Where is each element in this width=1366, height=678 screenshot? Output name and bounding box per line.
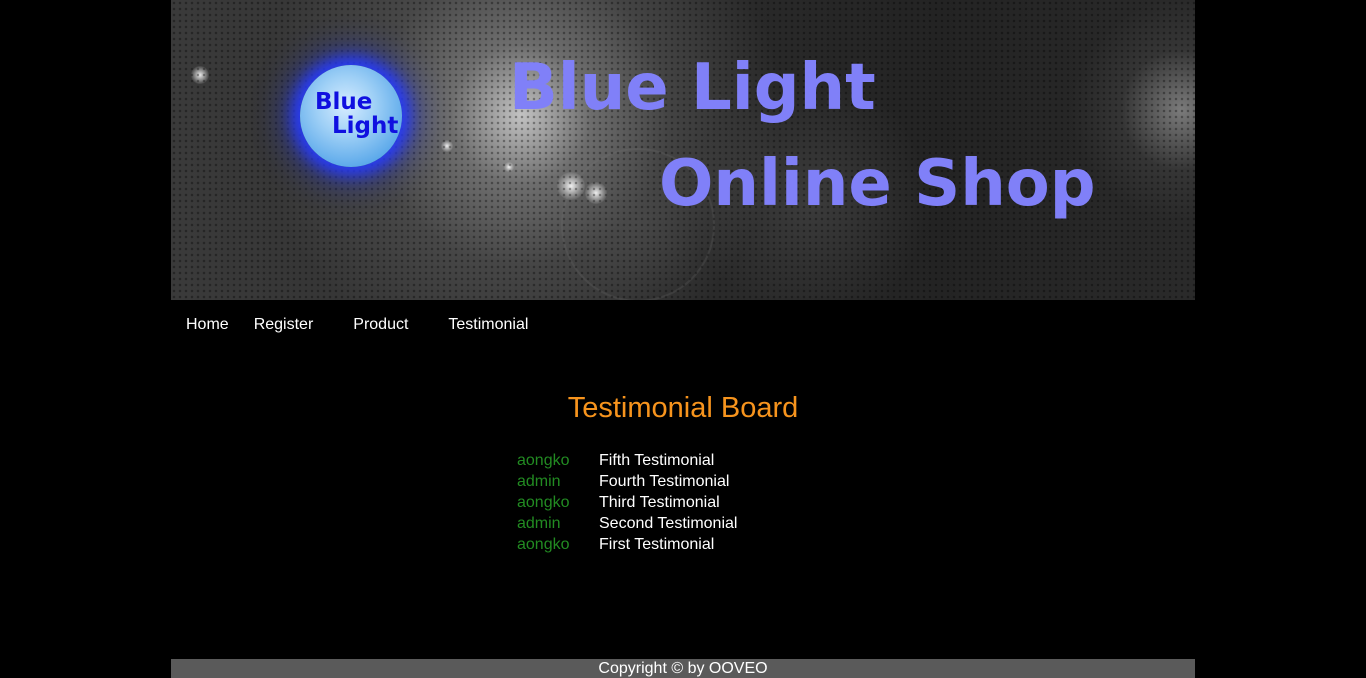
testimonial-user: admin — [517, 515, 561, 532]
header-banner: Blue Light Blue Light Online Shop — [171, 0, 1195, 300]
logo-orb: Blue Light — [300, 65, 402, 167]
table-row: aongko First Testimonial — [517, 534, 737, 555]
table-row: aongko Fifth Testimonial — [517, 450, 737, 471]
nav-item-testimonial[interactable]: Testimonial — [448, 316, 528, 334]
table-row: admin Fourth Testimonial — [517, 471, 737, 492]
nav-item-product[interactable]: Product — [353, 316, 408, 334]
lens-flare-dot — [191, 66, 209, 84]
testimonial-table: aongko Fifth Testimonial admin Fourth Te… — [517, 450, 737, 555]
page: Blue Light Blue Light Online Shop Home R… — [171, 0, 1195, 678]
table-row: admin Second Testimonial — [517, 513, 737, 534]
testimonial-user: admin — [517, 473, 561, 490]
table-row: aongko Third Testimonial — [517, 492, 737, 513]
page-title: Testimonial Board — [567, 392, 799, 424]
site-title-line1: Blue Light — [509, 51, 876, 125]
logo-text-line1: Blue — [315, 89, 373, 115]
footer-copyright: Copyright © by OOVEO — [171, 659, 1195, 678]
testimonial-message: Fourth Testimonial — [599, 473, 730, 490]
testimonial-user: aongko — [517, 494, 570, 511]
lens-flare-dot — [585, 182, 607, 204]
lens-flare-dot — [557, 172, 585, 200]
testimonial-user: aongko — [517, 536, 570, 553]
testimonial-message: First Testimonial — [599, 536, 715, 553]
main-nav: Home Register Product Testimonial — [171, 300, 1195, 350]
testimonial-message: Fifth Testimonial — [599, 452, 715, 469]
lens-flare-dot — [441, 140, 453, 152]
testimonial-message: Second Testimonial — [599, 515, 738, 532]
testimonial-user: aongko — [517, 452, 570, 469]
site-title-line2: Online Shop — [659, 147, 1096, 221]
testimonial-message: Third Testimonial — [599, 494, 720, 511]
logo-text-line2: Light — [332, 113, 399, 139]
nav-item-register[interactable]: Register — [254, 316, 314, 334]
nav-item-home[interactable]: Home — [186, 316, 229, 334]
lens-flare-dot — [504, 162, 514, 172]
